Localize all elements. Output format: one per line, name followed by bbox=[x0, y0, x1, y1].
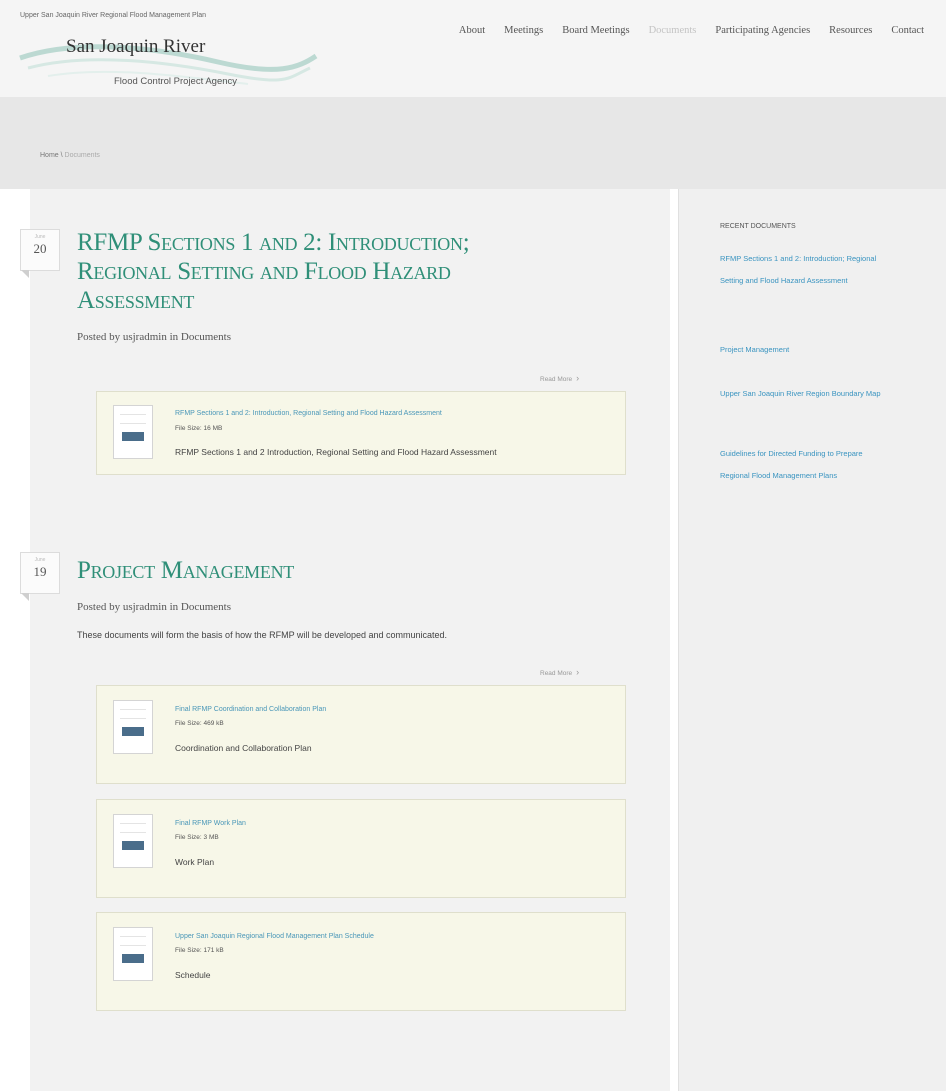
breadcrumb: Home \ Documents bbox=[40, 152, 100, 159]
post-date-badge: June 20 bbox=[20, 229, 60, 278]
document-box: Upper San Joaquin Regional Flood Managem… bbox=[96, 912, 626, 1011]
document-link[interactable]: Upper San Joaquin Regional Flood Managem… bbox=[175, 933, 374, 940]
read-more-label: Read More bbox=[540, 670, 573, 677]
post-date-month: June bbox=[34, 234, 46, 240]
document-link[interactable]: Final RFMP Work Plan bbox=[175, 820, 246, 827]
document-link[interactable]: Final RFMP Coordination and Collaboratio… bbox=[175, 706, 326, 713]
post-title[interactable]: Project Management bbox=[77, 556, 294, 585]
logo-subtitle: Flood Control Project Agency bbox=[114, 76, 238, 87]
read-more-label: Read More bbox=[540, 376, 573, 383]
document-file-size: File Size: 171 kB bbox=[175, 947, 224, 954]
sidebar bbox=[678, 189, 946, 1091]
document-description: RFMP Sections 1 and 2 Introduction, Regi… bbox=[175, 447, 497, 457]
post-title[interactable]: RFMP Sections 1 and 2: Introduction; Reg… bbox=[77, 228, 470, 315]
document-thumbnail-icon[interactable] bbox=[113, 814, 153, 868]
post-excerpt: These documents will form the basis of h… bbox=[77, 630, 448, 640]
document-box: Final RFMP Coordination and Collaboratio… bbox=[96, 685, 626, 784]
document-thumbnail-icon[interactable] bbox=[113, 927, 153, 981]
sidebar-link[interactable]: Guidelines for Directed Funding to Prepa… bbox=[720, 443, 890, 487]
breadcrumb-home-link[interactable]: Home bbox=[40, 152, 59, 159]
post-date-day: 19 bbox=[33, 564, 47, 579]
post-title-line: Assessment bbox=[77, 287, 195, 314]
sidebar-link[interactable]: RFMP Sections 1 and 2: Introduction; Reg… bbox=[720, 248, 890, 292]
nav-documents[interactable]: Documents bbox=[649, 25, 697, 36]
nav-board-meetings[interactable]: Board Meetings bbox=[562, 25, 629, 36]
document-thumbnail-icon[interactable] bbox=[113, 405, 153, 459]
document-box: RFMP Sections 1 and 2: Introduction, Reg… bbox=[96, 391, 626, 475]
breadcrumb-current: Documents bbox=[64, 152, 100, 159]
chevron-right-icon: › bbox=[576, 373, 580, 383]
main-nav: About Meetings Board Meetings Documents … bbox=[459, 25, 924, 36]
document-description: Coordination and Collaboration Plan bbox=[175, 743, 312, 753]
site-header: Upper San Joaquin River Regional Flood M… bbox=[0, 0, 946, 97]
site-logo[interactable]: San Joaquin River Flood Control Project … bbox=[18, 18, 318, 92]
logo-title: San Joaquin River bbox=[66, 36, 206, 57]
nav-resources[interactable]: Resources bbox=[829, 25, 872, 36]
document-file-size: File Size: 469 kB bbox=[175, 720, 224, 727]
nav-contact[interactable]: Contact bbox=[891, 25, 924, 36]
post-title-line: Regional Setting and Flood Hazard bbox=[77, 258, 451, 285]
document-file-size: File Size: 16 MB bbox=[175, 425, 223, 432]
read-more-link[interactable]: Read More › bbox=[540, 667, 579, 677]
document-thumbnail-icon[interactable] bbox=[113, 700, 153, 754]
read-more-link[interactable]: Read More › bbox=[540, 373, 579, 383]
post-meta: Posted by usjradmin in Documents bbox=[77, 331, 231, 343]
post-title-line: Project Management bbox=[77, 557, 294, 584]
sidebar-heading: RECENT DOCUMENTS bbox=[720, 223, 796, 230]
sidebar-link[interactable]: Project Management bbox=[720, 339, 890, 361]
document-link[interactable]: RFMP Sections 1 and 2: Introduction, Reg… bbox=[175, 410, 442, 417]
chevron-right-icon: › bbox=[576, 667, 580, 677]
document-box: Final RFMP Work Plan File Size: 3 MB Wor… bbox=[96, 799, 626, 898]
nav-participating-agencies[interactable]: Participating Agencies bbox=[715, 25, 810, 36]
post-meta: Posted by usjradmin in Documents bbox=[77, 601, 231, 613]
sidebar-link[interactable]: Upper San Joaquin River Region Boundary … bbox=[720, 383, 890, 405]
post-date-day: 20 bbox=[33, 241, 47, 256]
post-date-month: June bbox=[34, 557, 46, 563]
badge-fold-icon bbox=[21, 593, 29, 601]
post-date-badge: June 19 bbox=[20, 552, 60, 601]
post-title-line: RFMP Sections 1 and 2: Introduction; bbox=[77, 229, 470, 256]
badge-fold-icon bbox=[21, 270, 29, 278]
nav-about[interactable]: About bbox=[459, 25, 485, 36]
document-description: Work Plan bbox=[175, 857, 215, 867]
document-file-size: File Size: 3 MB bbox=[175, 834, 219, 841]
document-description: Schedule bbox=[175, 970, 211, 980]
breadcrumb-band: Home \ Documents bbox=[0, 97, 946, 189]
nav-meetings[interactable]: Meetings bbox=[504, 25, 543, 36]
